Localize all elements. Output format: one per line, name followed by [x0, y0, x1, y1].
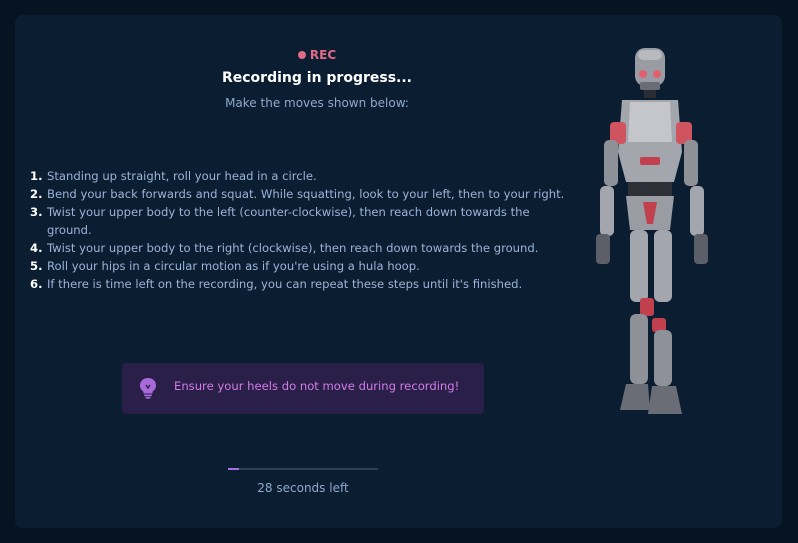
- step-text: Roll your hips in a circular motion as i…: [47, 259, 420, 273]
- time-left-label: 28 seconds left: [257, 481, 349, 495]
- steps-list: 1. Standing up straight, roll your head …: [30, 167, 577, 293]
- step-text: Bend your back forwards and squat. While…: [47, 187, 565, 201]
- step-number: 4.: [30, 241, 43, 255]
- step-item: 5. Roll your hips in a circular motion a…: [30, 257, 577, 275]
- recording-progress-fill: [228, 468, 239, 470]
- step-item: 2. Bend your back forwards and squat. Wh…: [30, 185, 577, 203]
- step-item: 3. Twist your upper body to the left (co…: [30, 203, 577, 239]
- step-text: Twist your upper body to the left (count…: [47, 205, 530, 237]
- rec-label: REC: [309, 48, 337, 62]
- tip-text: Ensure your heels do not move during rec…: [174, 379, 460, 393]
- step-number: 6.: [30, 277, 43, 291]
- step-item: 4. Twist your upper body to the right (c…: [30, 239, 577, 257]
- rec-dot-icon: [297, 51, 306, 59]
- recording-card: REC Recording in progress... Make the mo…: [15, 15, 782, 528]
- step-number: 2.: [30, 187, 43, 201]
- step-text: Standing up straight, roll your head in …: [47, 169, 317, 183]
- step-text: Twist your upper body to the right (cloc…: [47, 241, 539, 255]
- recording-subtitle: Make the moves shown below:: [225, 96, 409, 110]
- rec-indicator: REC: [15, 48, 619, 62]
- lightbulb-icon: [140, 378, 156, 399]
- robot-figure: [596, 48, 708, 414]
- recording-title: Recording in progress...: [221, 70, 412, 86]
- tip-banner: Ensure your heels do not move during rec…: [122, 363, 484, 414]
- step-item: 1. Standing up straight, roll your head …: [30, 167, 577, 185]
- recording-progress-bar: [228, 468, 378, 470]
- step-item: 6. If there is time left on the recordin…: [30, 275, 577, 293]
- step-number: 5.: [30, 259, 43, 273]
- step-number: 3.: [30, 205, 43, 219]
- step-number: 1.: [30, 169, 43, 183]
- step-text: If there is time left on the recording, …: [47, 277, 523, 291]
